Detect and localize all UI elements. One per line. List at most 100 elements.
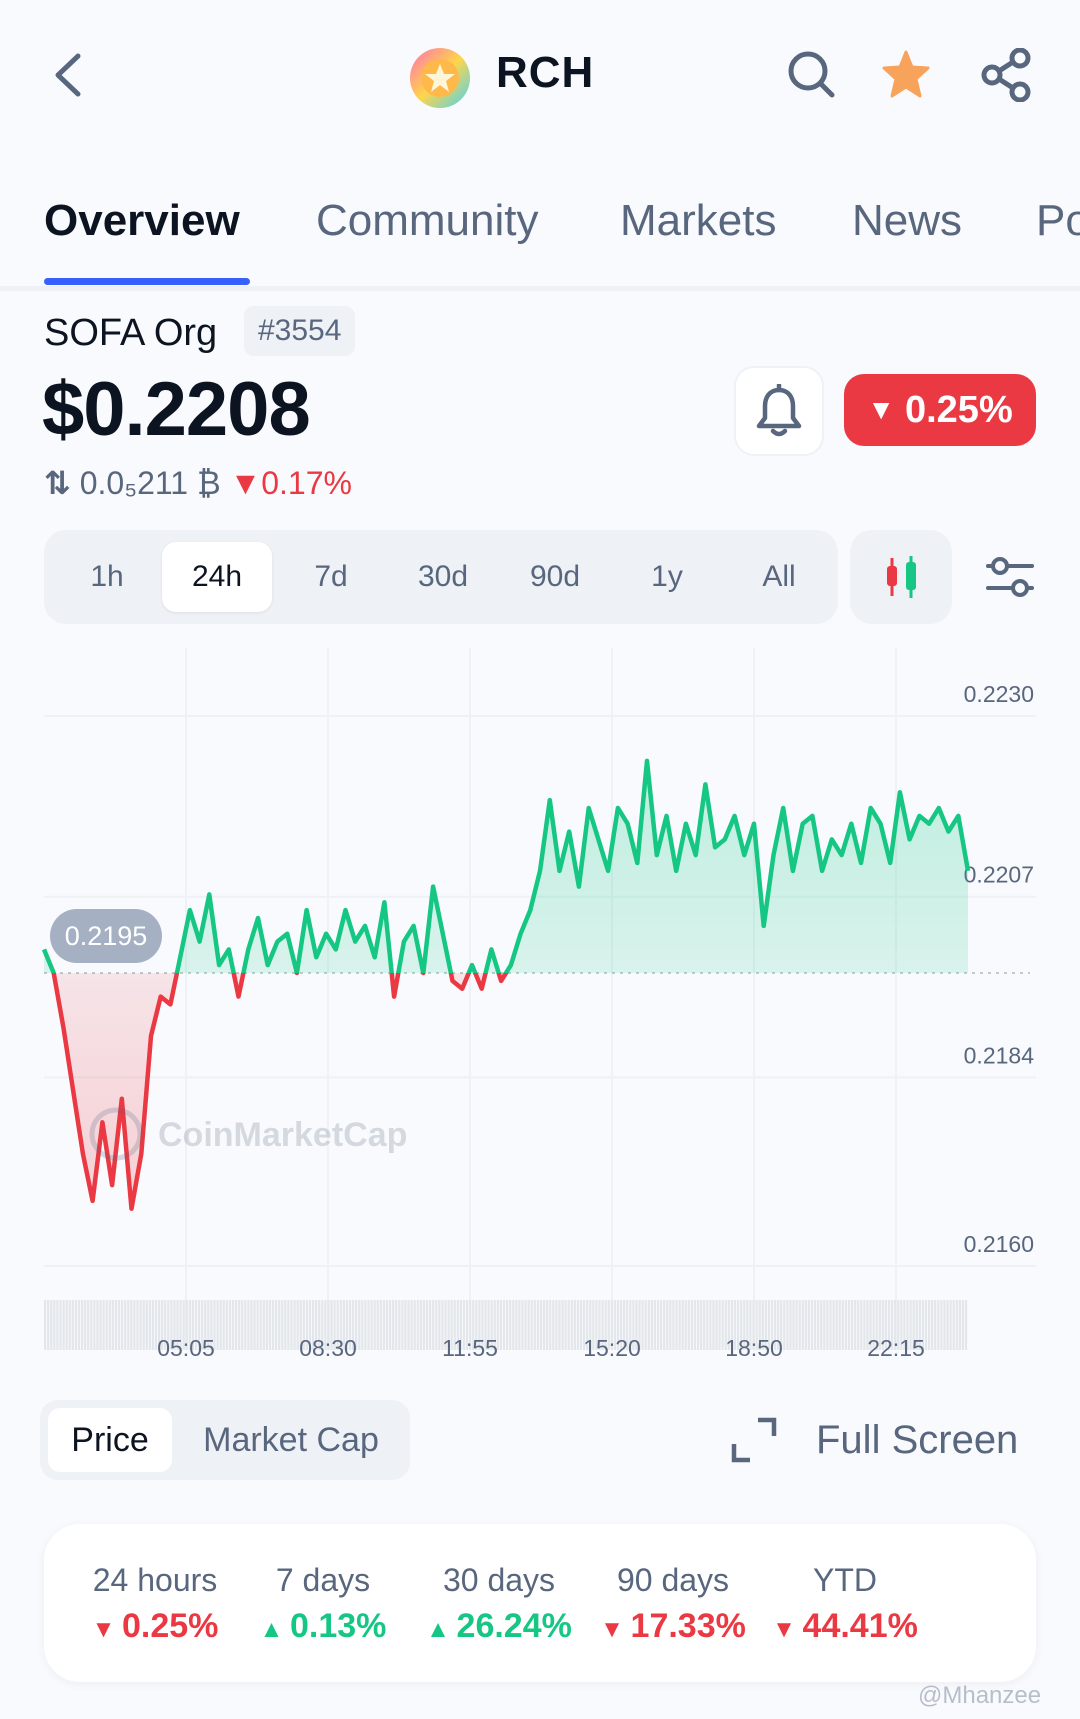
volume-bar	[641, 1300, 644, 1350]
volume-bar	[50, 1300, 53, 1350]
volume-bar	[56, 1300, 59, 1350]
swap-arrows-icon[interactable]: ⇅	[44, 465, 71, 501]
volume-bar	[145, 1300, 148, 1350]
range-7d[interactable]: 7d	[276, 552, 386, 602]
volume-bar	[250, 1300, 253, 1350]
volume-bar	[216, 1300, 219, 1350]
volume-bar	[934, 1300, 937, 1350]
volume-bar	[358, 1300, 361, 1350]
volume-bar	[558, 1300, 561, 1350]
volume-bar	[47, 1300, 50, 1350]
volume-bar	[379, 1300, 382, 1350]
chart-settings-icon[interactable]	[984, 552, 1036, 602]
range-1h[interactable]: 1h	[52, 552, 162, 602]
coin-name: SOFA Org	[44, 312, 218, 354]
performance-item: 90 days ▼ 17.33%	[578, 1562, 768, 1646]
btc-change: 0.17%	[261, 465, 352, 501]
search-icon[interactable]	[786, 48, 838, 102]
volume-bar	[265, 1300, 268, 1350]
volume-bar	[555, 1300, 558, 1350]
volume-bar	[823, 1300, 826, 1350]
volume-bar	[253, 1300, 256, 1350]
volume-bar	[712, 1300, 715, 1350]
performance-item: 24 hours ▼ 0.25%	[60, 1562, 250, 1646]
coin-symbol: RCH	[496, 48, 595, 97]
range-1y[interactable]: 1y	[612, 552, 722, 602]
volume-bar	[419, 1300, 422, 1350]
toggle-market-cap[interactable]: Market Cap	[180, 1408, 402, 1472]
volume-bar	[810, 1300, 814, 1350]
volume-bar	[275, 1300, 278, 1350]
performance-label: 24 hours	[92, 1562, 218, 1598]
fullscreen-button[interactable]: Full Screen	[816, 1418, 1018, 1463]
volume-bar	[709, 1300, 712, 1350]
volume-bar	[435, 1300, 438, 1350]
volume-bar	[552, 1300, 555, 1350]
volume-bar	[669, 1300, 672, 1350]
btc-price: 0.0₅211 ₿	[79, 465, 221, 501]
volume-bar	[114, 1300, 118, 1350]
performance-label: 30 days	[442, 1562, 556, 1598]
open-price-label: 0.2195	[65, 921, 148, 951]
volume-bar	[287, 1300, 290, 1350]
volume-bar	[429, 1300, 432, 1350]
x-tick-label: 22:15	[867, 1335, 925, 1361]
volume-bar	[121, 1300, 124, 1350]
tab-community[interactable]: Community	[316, 196, 539, 246]
volume-bar	[527, 1300, 530, 1350]
volume-bar	[65, 1300, 68, 1350]
tab-news[interactable]: News	[852, 196, 962, 246]
performance-value: ▲ 0.13%	[228, 1607, 418, 1646]
volume-bar	[820, 1300, 823, 1350]
fullscreen-icon[interactable]	[730, 1416, 778, 1464]
volume-bar	[77, 1300, 81, 1350]
tab-portfolio[interactable]: Po	[1036, 196, 1080, 246]
volume-bar	[829, 1300, 832, 1350]
volume-bar	[148, 1300, 151, 1350]
range-90d[interactable]: 90d	[500, 552, 610, 602]
volume-bar	[130, 1300, 133, 1350]
volume-bar	[438, 1300, 441, 1350]
performance-value-text: 0.13%	[290, 1607, 387, 1645]
star-icon[interactable]	[880, 48, 932, 102]
share-icon[interactable]	[980, 48, 1032, 102]
volume-bar	[804, 1300, 807, 1350]
volume-bar	[231, 1300, 235, 1350]
volume-bar	[142, 1300, 145, 1350]
tab-overview[interactable]: Overview	[44, 196, 240, 246]
price-alert-button[interactable]	[734, 366, 824, 456]
performance-item: YTD ▼ 44.41%	[750, 1562, 940, 1646]
performance-value-text: 17.33%	[630, 1607, 746, 1645]
volume-bar	[844, 1300, 847, 1350]
tab-markets[interactable]: Markets	[620, 196, 776, 246]
volume-bar	[80, 1300, 84, 1350]
change-24h-badge: ▼ 0.25%	[844, 374, 1036, 446]
volume-bar	[71, 1300, 74, 1350]
performance-value: ▼ 17.33%	[578, 1607, 768, 1646]
volume-bar	[509, 1300, 512, 1350]
volume-bar	[700, 1300, 703, 1350]
volume-bar	[234, 1300, 238, 1350]
candlestick-toggle-button[interactable]	[850, 530, 952, 624]
section-tabs: Overview Community Markets News Po	[0, 180, 1080, 291]
range-all[interactable]: All	[724, 552, 834, 602]
volume-bar	[718, 1300, 721, 1350]
volume-bar	[570, 1300, 573, 1350]
volume-bar	[222, 1300, 225, 1350]
volume-bar	[499, 1300, 503, 1350]
current-price: $0.2208	[42, 367, 311, 452]
credit-watermark: @Mhanzee	[918, 1682, 1042, 1709]
performance-item: 30 days ▲ 26.24%	[404, 1562, 594, 1646]
price-chart[interactable]: 0.2230 0.2207 0.2184 0.2160 0.2195 CoinMarket…	[0, 640, 1080, 1370]
volume-bar	[576, 1300, 580, 1350]
volume-bar	[857, 1300, 860, 1350]
volume-bar	[518, 1300, 521, 1350]
caret-down-icon: ▼	[229, 465, 262, 501]
range-30d[interactable]: 30d	[388, 552, 498, 602]
coin-logo-icon	[410, 48, 470, 108]
range-24h[interactable]: 24h	[162, 542, 272, 612]
volume-bar	[416, 1300, 419, 1350]
volume-bar	[690, 1300, 693, 1350]
back-icon[interactable]	[48, 50, 88, 100]
toggle-price[interactable]: Price	[48, 1408, 172, 1472]
